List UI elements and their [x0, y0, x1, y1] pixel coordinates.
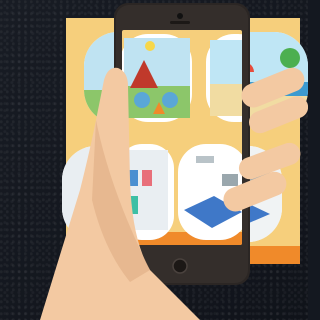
home-button-icon: [172, 258, 188, 274]
phone-mockup-illustration: [40, 3, 308, 320]
speaker-icon: [170, 21, 190, 24]
camera-icon: [177, 13, 183, 19]
